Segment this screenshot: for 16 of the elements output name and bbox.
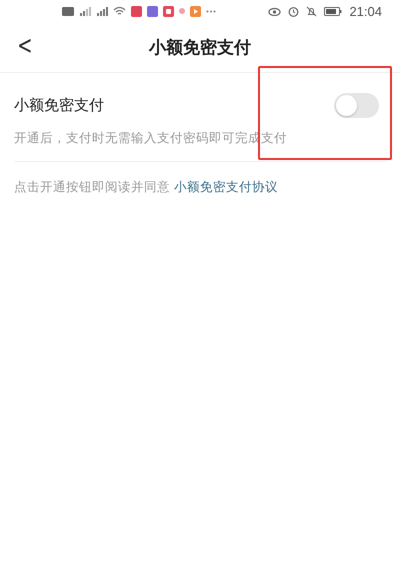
page-title: 小额免密支付 [149,36,251,58]
battery-icon [324,6,342,16]
dot-icon [179,8,185,14]
bell-off-icon [306,6,318,16]
agreement-link[interactable]: 小额免密支付协议 [174,179,278,194]
alarm-icon [288,6,300,16]
wifi-icon [113,6,126,16]
more-icon [206,10,216,12]
signal-icon [79,6,91,16]
agreement-text: 点击开通按钮即阅读并同意 小额免密支付协议 [14,179,279,196]
toggle-switch[interactable] [334,93,379,118]
back-button[interactable]: < [13,30,37,62]
setting-label: 小额免密支付 [14,96,104,115]
signal-icon [96,6,108,16]
eye-icon [268,6,282,16]
status-time: 21:04 [349,4,382,18]
